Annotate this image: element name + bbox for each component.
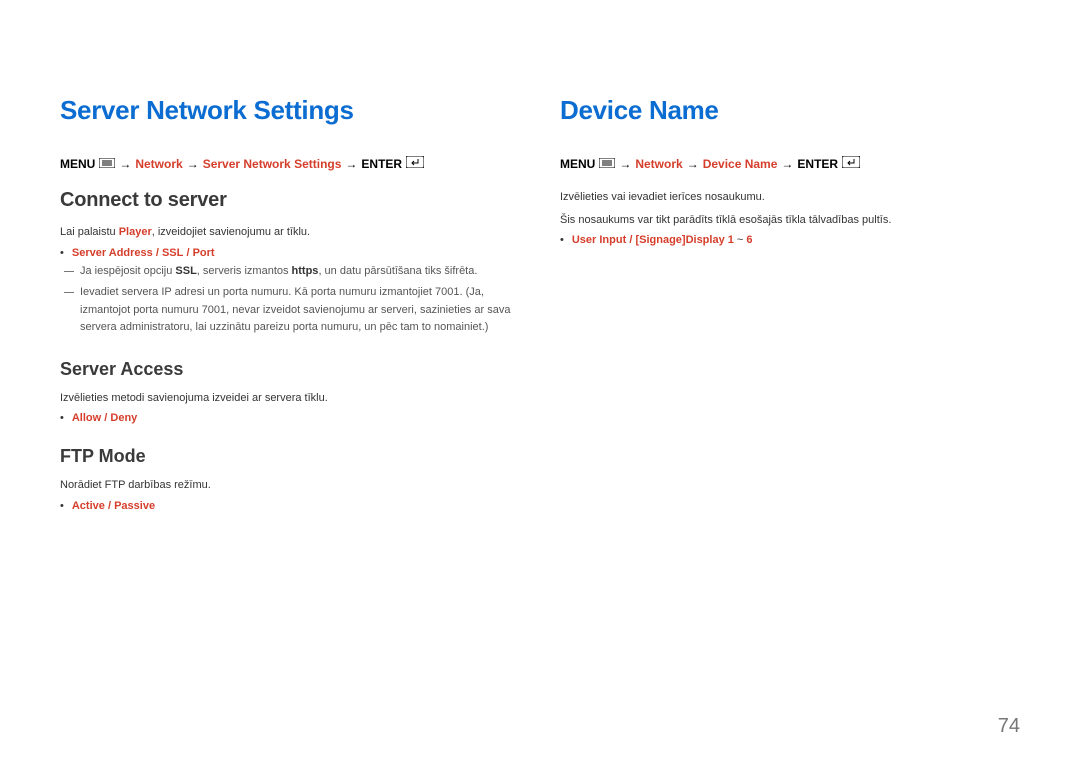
opt-ssl: SSL [162, 247, 183, 259]
opt-deny: Deny [110, 412, 137, 424]
arrow: → [119, 157, 131, 171]
enter-label: ENTER [361, 157, 402, 171]
connect-options: • Server Address / SSL / Port [60, 247, 520, 259]
menu-label: MENU [60, 157, 95, 171]
ftp-mode-heading: FTP Mode [60, 446, 520, 467]
server-network-settings-heading: Server Network Settings [60, 95, 520, 126]
dn-para2: Šis nosaukums var tikt parādīts tīklā es… [560, 212, 1020, 229]
arrow: → [619, 157, 631, 171]
opt-signage-suffix: 6 [746, 234, 752, 246]
dn-options: • User Input / [Signage]Display 1 ~ 6 [560, 234, 1020, 246]
two-column-layout: Server Network Settings MENU → Network →… [60, 95, 1020, 516]
menu-label: MENU [560, 157, 595, 171]
menu-path-dn: MENU → Network → Device Name → ENTER [560, 156, 1020, 171]
left-column: Server Network Settings MENU → Network →… [60, 95, 520, 516]
access-para: Izvēlieties metodi savienojuma izveidei … [60, 390, 520, 407]
port-note: Ievadiet servera IP adresi un porta numu… [60, 284, 520, 337]
server-access-heading: Server Access [60, 359, 520, 380]
opt-passive: Passive [114, 500, 155, 512]
dn-para1: Izvēlieties vai ievadiet ierīces nosauku… [560, 189, 1020, 206]
access-options: • Allow / Deny [60, 412, 520, 424]
arrow: → [187, 157, 199, 171]
path-item: Device Name [703, 157, 778, 171]
bullet-dot: • [560, 234, 564, 246]
path-network: Network [635, 157, 682, 171]
opt-user-input: User Input [572, 234, 626, 246]
bullet-dot: • [60, 500, 64, 512]
opt-server-address: Server Address [72, 247, 153, 259]
path-network: Network [135, 157, 182, 171]
right-column: Device Name MENU → Network → Device Name… [560, 95, 1020, 516]
enter-icon [406, 156, 424, 171]
opt-range-sep: ~ [734, 234, 747, 246]
connect-para: Lai palaistu Player, izveidojiet savieno… [60, 224, 520, 241]
connect-to-server-heading: Connect to server [60, 189, 520, 212]
path-item: Server Network Settings [203, 157, 342, 171]
ssl-note: Ja iespējosit opciju SSL, serveris izman… [60, 263, 520, 281]
player-keyword: Player [119, 226, 152, 238]
bullet-dot: • [60, 412, 64, 424]
menu-icon [99, 157, 115, 171]
opt-signage-prefix: [Signage]Display 1 [635, 234, 733, 246]
ftp-para: Norādiet FTP darbības režīmu. [60, 477, 520, 494]
ftp-options: • Active / Passive [60, 500, 520, 512]
opt-active: Active [72, 500, 105, 512]
device-name-heading: Device Name [560, 95, 1020, 126]
arrow: → [345, 157, 357, 171]
menu-path-sns: MENU → Network → Server Network Settings… [60, 156, 520, 171]
menu-icon [599, 157, 615, 171]
page-number: 74 [998, 715, 1020, 738]
bullet-dot: • [60, 247, 64, 259]
opt-allow: Allow [72, 412, 101, 424]
dash-icon [64, 271, 74, 272]
arrow: → [781, 157, 793, 171]
enter-icon [842, 156, 860, 171]
opt-port: Port [193, 247, 215, 259]
enter-label: ENTER [797, 157, 838, 171]
arrow: → [687, 157, 699, 171]
dash-icon [64, 292, 74, 293]
